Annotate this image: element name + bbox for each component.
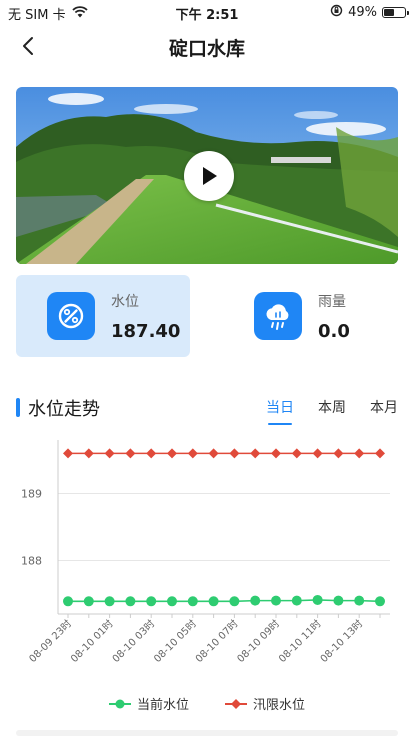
x-tick-label: 08-10 01时 xyxy=(68,618,115,665)
flood-limit-point xyxy=(312,448,323,459)
legend-flood-limit-label: 汛限水位 xyxy=(253,698,306,713)
current-level-point xyxy=(187,596,198,607)
series-line-1 xyxy=(68,599,381,603)
rainfall-value: 0.0 xyxy=(318,321,350,342)
flood-limit-point xyxy=(167,448,177,459)
status-bar: 无 SIM 卡 下午 2:51 49% xyxy=(0,0,414,24)
water-level-card[interactable]: 水位 187.40 xyxy=(16,275,190,357)
x-tick-label: 08-09 23时 xyxy=(27,618,74,665)
play-button[interactable] xyxy=(184,151,234,201)
x-tick-label: 08-10 03时 xyxy=(110,618,157,665)
flood-limit-point xyxy=(146,448,157,459)
x-tick-label: 08-10 11时 xyxy=(276,618,323,665)
flood-limit-point xyxy=(208,448,219,459)
current-level-point xyxy=(333,595,344,606)
rainfall-label: 雨量 xyxy=(318,294,346,310)
y-tick-label: 189 xyxy=(21,488,42,501)
flood-limit-point xyxy=(250,448,261,459)
x-tick-label: 08-10 07时 xyxy=(193,618,240,665)
page-title: 碇口水库 xyxy=(168,38,245,60)
current-level-point xyxy=(354,595,365,606)
period-tabs: 当日 本周 本月 xyxy=(266,397,398,425)
flood-limit-point xyxy=(187,448,198,459)
play-icon xyxy=(203,167,217,185)
current-level-point xyxy=(146,596,157,607)
current-level-point xyxy=(375,596,385,607)
tab-this-month[interactable]: 本月 xyxy=(370,397,398,425)
current-level-point xyxy=(125,596,136,607)
legend-flood-limit[interactable]: 汛限水位 xyxy=(225,694,305,713)
bottom-divider xyxy=(16,730,398,736)
water-level-trend-chart: 18818908-09 23时08-10 01时08-10 03时08-10 0… xyxy=(21,440,390,665)
battery-icon xyxy=(382,7,409,18)
flood-limit-point xyxy=(125,448,136,459)
flood-limit-point xyxy=(229,448,240,459)
current-level-point xyxy=(291,595,302,606)
current-level-point xyxy=(63,596,73,607)
current-level-point xyxy=(167,596,177,607)
flood-limit-point xyxy=(375,448,385,459)
trend-section-header: 水位走势 当日 本周 本月 xyxy=(16,393,398,425)
flood-limit-point xyxy=(83,448,94,459)
current-level-point xyxy=(312,594,323,605)
water-level-icon xyxy=(47,292,95,340)
tab-this-week[interactable]: 本周 xyxy=(318,397,346,425)
video-player[interactable] xyxy=(16,87,398,264)
battery-level xyxy=(384,9,394,16)
chart-legend: 当前水位 汛限水位 xyxy=(0,694,414,713)
water-level-value: 187.40 xyxy=(111,321,181,342)
x-tick-label: 08-10 09时 xyxy=(235,618,282,665)
legend-current-level-label: 当前水位 xyxy=(136,698,189,713)
current-level-point xyxy=(208,596,219,607)
flood-limit-point xyxy=(63,448,73,459)
current-level-point xyxy=(271,595,281,606)
green-dot-line-icon xyxy=(108,699,131,708)
flood-limit-point xyxy=(291,448,302,459)
tab-today[interactable]: 当日 xyxy=(266,397,294,425)
battery-percent: 49% xyxy=(348,5,377,20)
orientation-lock-icon xyxy=(330,4,343,21)
rainfall-card[interactable]: 雨量 0.0 xyxy=(223,275,398,357)
section-title: 水位走势 xyxy=(28,399,100,420)
current-level-point xyxy=(250,595,261,606)
section-accent-bar xyxy=(16,398,20,417)
current-level-point xyxy=(229,596,240,607)
red-diamond-line-icon xyxy=(225,698,247,709)
legend-current-level[interactable]: 当前水位 xyxy=(108,694,189,713)
water-level-label: 水位 xyxy=(111,294,139,310)
flood-limit-point xyxy=(104,448,115,459)
rainfall-icon xyxy=(254,292,302,340)
flood-limit-point xyxy=(271,448,281,459)
x-tick-label: 08-10 13时 xyxy=(318,618,365,665)
flood-limit-point xyxy=(333,448,344,459)
current-level-point xyxy=(83,596,94,607)
y-tick-label: 188 xyxy=(21,554,42,567)
x-tick-label: 08-10 05时 xyxy=(152,618,199,665)
current-level-point xyxy=(104,596,115,607)
flood-limit-point xyxy=(354,448,365,459)
nav-bar: 碇口水库 xyxy=(0,24,414,70)
